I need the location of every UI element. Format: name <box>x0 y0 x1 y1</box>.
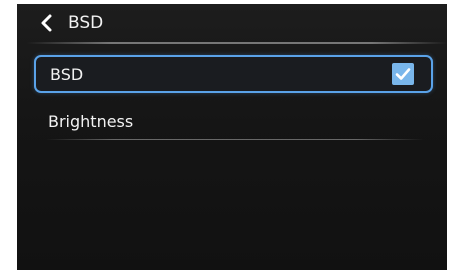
back-button[interactable] <box>37 13 57 33</box>
page-title: BSD <box>68 13 104 33</box>
chevron-left-icon <box>41 14 52 32</box>
item-divider <box>46 139 424 140</box>
menu-item-label: Brightness <box>48 112 134 131</box>
header-bar: BSD <box>17 4 447 42</box>
checkmark-icon <box>395 68 411 80</box>
menu-item-bsd[interactable]: BSD <box>34 55 433 93</box>
bsd-checkbox[interactable] <box>392 63 414 85</box>
menu-item-label: BSD <box>50 65 84 84</box>
header-divider <box>27 42 447 44</box>
settings-screen: BSD BSD Brightness <box>17 4 447 270</box>
menu-item-brightness[interactable]: Brightness <box>34 105 433 141</box>
